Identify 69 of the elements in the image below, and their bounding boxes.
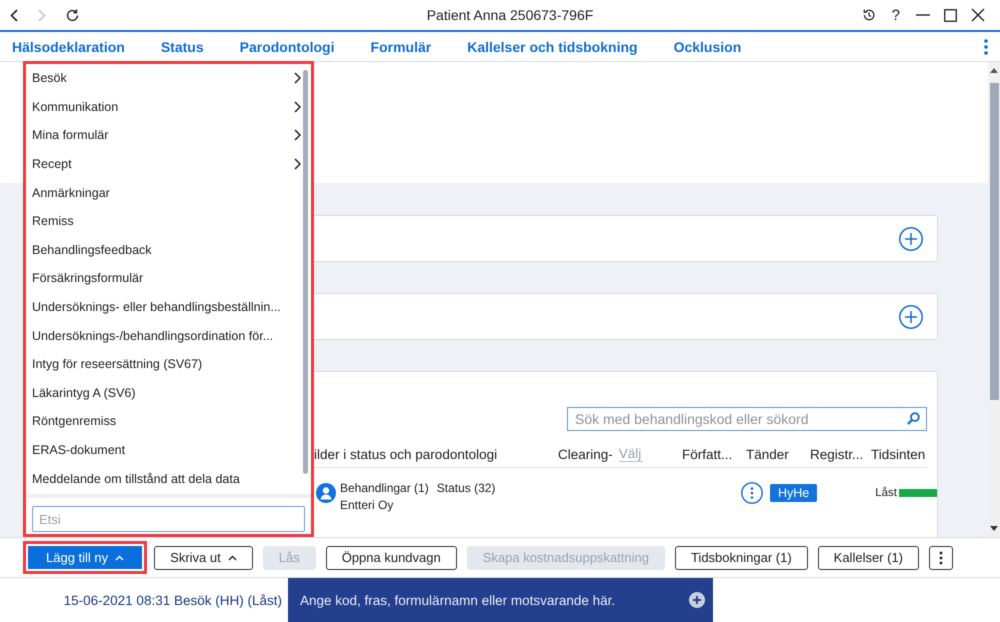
caret-icon [115, 554, 124, 560]
menu-item[interactable]: Kommunikation [26, 92, 301, 122]
menu-item[interactable]: ERAS-dokument [26, 436, 301, 464]
add-icon[interactable] [899, 304, 923, 328]
row-text: Behandlingar (1) [340, 480, 429, 497]
scrollbar[interactable] [988, 62, 1000, 537]
tab[interactable]: Parodontologi [240, 38, 335, 54]
more-icon [939, 550, 944, 564]
refresh-icon[interactable] [66, 8, 79, 22]
row-text: Status (32) [436, 480, 496, 497]
close-icon[interactable] [971, 8, 985, 22]
search-icon[interactable] [907, 412, 920, 425]
menu-item[interactable]: Undersöknings-/behandlingsordination för... [26, 321, 301, 350]
menu-item[interactable]: Anmärkningar [26, 178, 301, 207]
chevron-icon [294, 100, 301, 113]
column-header[interactable]: ilder i status och parodontologi [314, 446, 498, 462]
menu-item[interactable]: Undersöknings- eller behandlingsbeställnin... [26, 292, 301, 322]
toolbar-button[interactable]: Kallelser (1) [818, 546, 920, 570]
maximize-icon[interactable] [944, 8, 957, 22]
company-name: Entteri Oy [340, 497, 394, 514]
scroll-down-icon[interactable] [990, 526, 998, 531]
initials-tag[interactable]: HyHe [770, 484, 818, 502]
chevron-icon [294, 129, 301, 142]
toolbar-button[interactable]: Lägg till ny [23, 541, 148, 574]
column-header[interactable]: Tänder [746, 446, 789, 462]
window-title: Patient Anna 250673-796F [426, 7, 594, 23]
menu-scrollbar[interactable] [303, 70, 308, 474]
tab[interactable]: Hälsodeklaration [12, 38, 125, 54]
filter-field[interactable]: Välj [618, 446, 643, 462]
status-label: Låst [875, 486, 897, 500]
back-icon[interactable] [10, 8, 18, 22]
chevron-icon [294, 158, 301, 170]
chevron-icon [294, 72, 301, 84]
user-icon [316, 483, 336, 503]
tab[interactable]: Status [160, 38, 204, 54]
menu-item[interactable]: Intyg för reseersättning (SV67) [26, 350, 301, 379]
column-header[interactable]: Författ... [682, 446, 732, 462]
menu-item[interactable]: Läkarintyg A (SV6) [26, 378, 301, 408]
column-header[interactable]: Clearing- [558, 446, 613, 462]
menu-item[interactable]: Recept [26, 150, 301, 178]
search-field[interactable]: Sök med behandlingskod eller sökord [567, 407, 927, 431]
more-icon[interactable] [740, 482, 763, 504]
more-icon[interactable] [984, 38, 988, 54]
add-icon[interactable] [899, 226, 923, 250]
toolbar-button[interactable]: Öppna kundvagn [326, 546, 457, 570]
menu-item[interactable]: Mina formulär [26, 121, 301, 150]
menu-search-field[interactable]: Etsi [32, 506, 305, 532]
help-button[interactable]: ? [890, 6, 902, 24]
history-icon[interactable] [862, 8, 876, 22]
menu-item[interactable]: Besök [26, 64, 301, 93]
minimize-icon[interactable] [916, 14, 930, 16]
menu-item[interactable]: Remiss [26, 206, 301, 236]
menu-item[interactable]: Försäkringsformulär [26, 264, 301, 293]
column-header[interactable]: Tidsinten [871, 446, 926, 462]
tab[interactable]: Ocklusion [674, 38, 742, 54]
menu-item[interactable]: Behandlingsfeedback [26, 236, 301, 264]
scroll-up-icon[interactable] [990, 68, 998, 73]
menu-item[interactable]: Röntgenremiss [26, 407, 301, 436]
more-button[interactable] [929, 546, 954, 570]
column-header[interactable]: Registr... [810, 446, 864, 462]
add-icon[interactable] [689, 592, 705, 608]
toolbar-button[interactable]: Skriva ut [154, 546, 253, 570]
tab[interactable]: Kallelser och tidsbokning [467, 38, 638, 54]
tab[interactable]: Formulär [370, 38, 432, 54]
toolbar-button[interactable]: Tidsbokningar (1) [674, 546, 808, 570]
visit-label[interactable]: 15-06-2021 08:31 Besök (HH) (Låst) [64, 592, 282, 608]
caret-icon [228, 554, 237, 560]
menu-item[interactable]: Meddelande om tillstånd att dela data [26, 464, 301, 493]
entry-field[interactable]: Ange kod, fras, formulärnamn eller motsvarande här. [288, 578, 713, 622]
